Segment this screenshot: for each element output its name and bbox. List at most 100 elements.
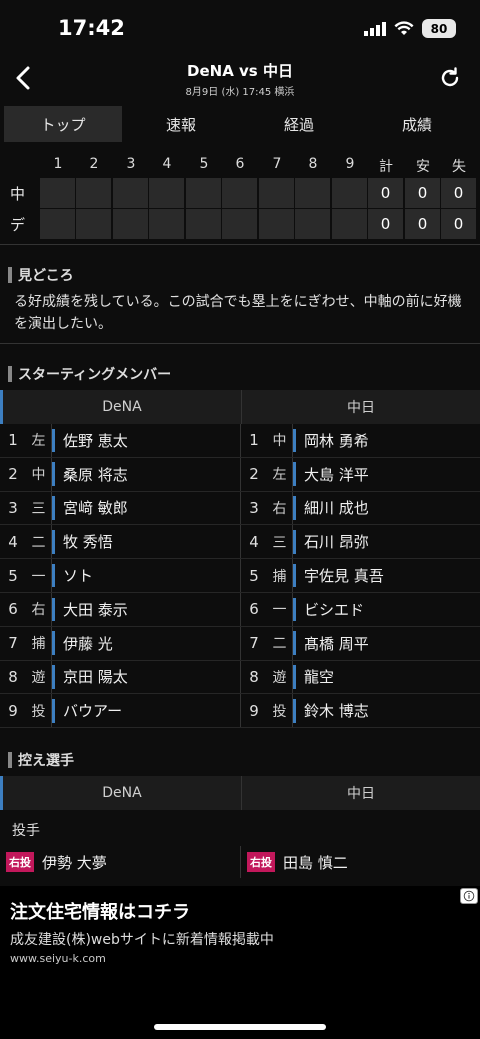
batting-order: 7 (8, 634, 18, 653)
bench-team-header: DeNA 中日 (0, 776, 480, 810)
position: 左 (267, 457, 293, 491)
tab-bar: トップ 速報 経過 成績 (4, 106, 476, 142)
player-name[interactable]: ビシエド (293, 597, 364, 622)
batting-order: 3 (8, 498, 18, 517)
inning-label: 3 (126, 156, 136, 172)
status-time: 17:42 (58, 16, 125, 40)
player-name[interactable]: 石川 昂弥 (293, 529, 369, 554)
section-title: 控え選手 (18, 753, 74, 769)
team-name-home: DeNA (0, 390, 241, 424)
starting-heading: スターティングメンバー (8, 364, 171, 384)
player-name[interactable]: 龍空 (293, 665, 334, 689)
player-name[interactable]: ソト (52, 563, 93, 588)
batting-order: 9 (8, 701, 18, 720)
player-name[interactable]: 田島 慎二 (283, 852, 348, 873)
total-runs-label: 計 (379, 159, 393, 175)
signal-icon (364, 21, 386, 36)
player-name[interactable]: 牧 秀悟 (52, 529, 113, 554)
batting-order: 6 (8, 600, 18, 619)
bench-heading: 控え選手 (8, 750, 74, 770)
page-title: DeNA vs 中日 (187, 62, 293, 80)
ad-description: 成友建設(株)webサイトに新着情報掲載中 (10, 932, 274, 948)
player-name[interactable]: 佐野 恵太 (52, 428, 128, 453)
inning-cell (259, 209, 294, 239)
total-errors-label: 失 (452, 159, 466, 175)
tab-live[interactable]: 速報 (122, 106, 240, 142)
position: 捕 (267, 559, 293, 592)
player-name[interactable]: 大島 洋平 (293, 462, 369, 486)
ad-info-icon[interactable] (460, 888, 478, 904)
inning-label: 5 (199, 156, 209, 172)
batting-order: 5 (8, 566, 18, 585)
total-hits-label: 安 (416, 159, 430, 175)
player-name[interactable]: 細川 成也 (293, 496, 369, 520)
section-title: スターティングメンバー (18, 367, 172, 383)
batting-order: 7 (249, 634, 259, 653)
player-name[interactable]: 宮﨑 敏郎 (52, 496, 128, 520)
player-name[interactable]: 伊勢 大夢 (42, 852, 107, 873)
score-header-row: 1 2 3 4 5 6 7 8 9 計 安 失 (0, 152, 480, 178)
inning-label: 9 (345, 156, 355, 172)
player-name[interactable]: 京田 陽太 (52, 665, 128, 689)
inning-cell (113, 209, 148, 239)
player-name[interactable]: 伊藤 光 (52, 631, 113, 655)
lineup-table: 1 左佐野 恵太 1 中岡林 勇希 2 中桑原 将志 2 左大島 洋平 3 三宮﨑 敏郎 … (0, 424, 480, 729)
player-name[interactable]: バウアー (52, 698, 122, 723)
team-abbrev: デ (10, 216, 26, 234)
inning-label: 6 (235, 156, 245, 172)
lineup-row: 2 中桑原 将志 2 左大島 洋平 (0, 457, 480, 492)
position: 中 (26, 457, 52, 491)
position: 一 (267, 592, 293, 626)
total-runs: 0 (368, 178, 403, 208)
section-marker (8, 267, 12, 283)
throw-badge: 右投 (247, 852, 275, 872)
player-name[interactable]: 鈴木 博志 (293, 698, 369, 723)
section-marker (8, 366, 12, 382)
inning-cell (259, 178, 294, 208)
batting-order: 4 (8, 532, 18, 551)
reload-icon[interactable] (438, 66, 462, 90)
player-name[interactable]: 宇佐見 真吾 (293, 563, 384, 588)
ad-banner[interactable]: 注文住宅情報はコチラ 成友建設(株)webサイトに新着情報掲載中 www.sei… (0, 886, 480, 1039)
lineup-row: 6 右大田 泰示 6 一ビシエド (0, 592, 480, 627)
battery-icon: 80 (422, 19, 456, 38)
team-abbrev: 中 (10, 185, 26, 203)
total-errors: 0 (441, 209, 476, 239)
tab-top[interactable]: トップ (4, 106, 122, 142)
inning-label: 8 (308, 156, 318, 172)
position: 投 (26, 694, 52, 728)
inning-cell (295, 209, 330, 239)
ad-url: www.seiyu-k.com (10, 952, 106, 965)
inning-cell (113, 178, 148, 208)
inning-cell (222, 178, 257, 208)
section-marker (8, 752, 12, 768)
lineup-row: 5 一ソト 5 捕宇佐見 真吾 (0, 559, 480, 593)
position: 一 (26, 559, 52, 592)
ad-title: 注文住宅情報はコチラ (10, 902, 190, 923)
player-name[interactable]: 桑原 将志 (52, 462, 128, 486)
tab-stats[interactable]: 成績 (358, 106, 476, 142)
position: 投 (267, 694, 293, 728)
inning-cell (186, 178, 221, 208)
inning-label: 4 (162, 156, 172, 172)
nav-bar: DeNA vs 中日 8月9日 (水) 17:45 横浜 (0, 56, 480, 102)
player-name[interactable]: 岡林 勇希 (293, 428, 369, 453)
position: 右 (26, 592, 52, 626)
position: 二 (267, 626, 293, 660)
lineup-row: 8 遊京田 陽太 8 遊龍空 (0, 660, 480, 695)
position: 左 (26, 424, 52, 457)
batting-order: 8 (249, 667, 259, 686)
batting-order: 2 (249, 465, 259, 484)
player-name[interactable]: 大田 泰示 (52, 597, 128, 622)
batting-order: 6 (249, 600, 259, 619)
player-name[interactable]: 髙橋 周平 (293, 631, 369, 655)
position: 遊 (26, 660, 52, 694)
tab-progress[interactable]: 経過 (240, 106, 358, 142)
score-row-away: 中 0 0 0 (0, 178, 480, 208)
inning-cell (76, 178, 111, 208)
highlights-heading: 見どころ (8, 265, 74, 285)
position: 三 (26, 491, 52, 525)
section-title: 見どころ (18, 268, 74, 284)
bench-category: 投手 (12, 823, 40, 839)
batting-order: 3 (249, 498, 259, 517)
